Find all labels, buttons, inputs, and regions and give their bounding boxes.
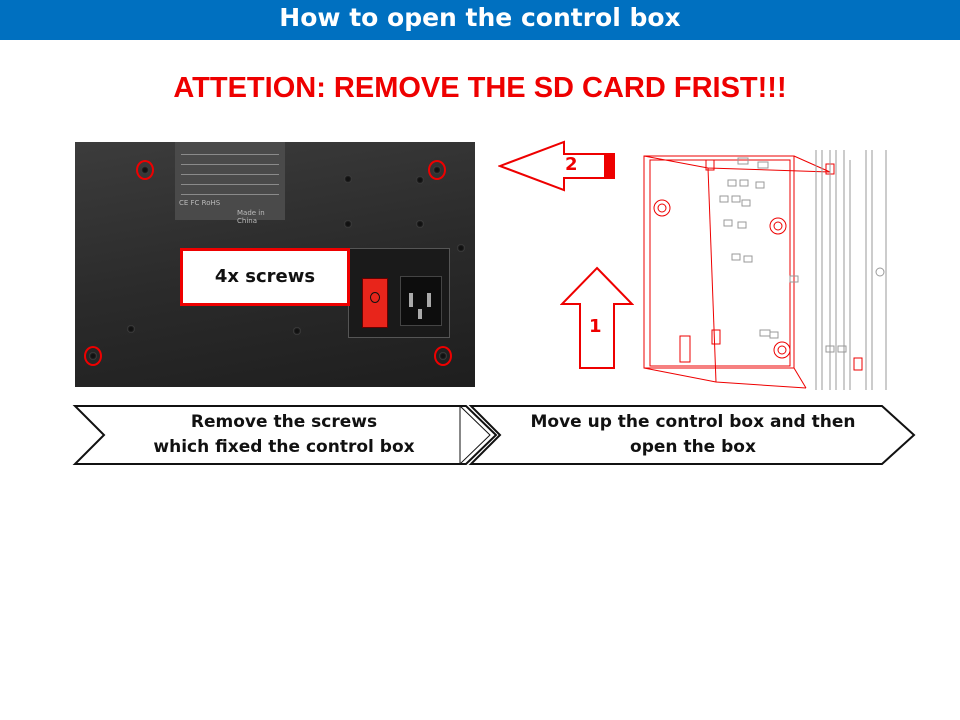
mount-hole <box>344 175 352 183</box>
sd-card-warning: ATTETION: REMOVE THE SD CARD FRIST!!! <box>173 72 787 104</box>
screw-marker <box>136 160 154 180</box>
made-in-text: Made in China <box>237 209 265 225</box>
arrow-step-2: 2 <box>565 154 578 175</box>
power-inlet <box>400 276 442 326</box>
mount-hole <box>416 220 424 228</box>
arrow-step-1: 1 <box>589 316 602 337</box>
mount-hole <box>127 325 135 333</box>
control-box-diagram <box>643 150 887 390</box>
screw-marker <box>84 346 102 366</box>
certification-marks: CE FC RoHS <box>179 199 221 207</box>
slide-left-arrow <box>498 140 615 192</box>
mount-hole <box>416 176 424 184</box>
step-1-line-2: which fixed the control box <box>153 437 415 457</box>
mount-hole <box>457 244 465 252</box>
screws-callout: 4x screws <box>180 248 350 306</box>
step-2-line-1: Move up the control box and then <box>530 412 856 432</box>
page-title: How to open the control box <box>0 0 960 40</box>
rating-label-plate: CE FC RoHS Made in China <box>175 142 285 225</box>
step-1-text: Remove the screws which fixed the contro… <box>104 404 464 466</box>
screw-marker <box>434 346 452 366</box>
switch-off-mark <box>370 292 380 303</box>
mount-hole <box>293 327 301 335</box>
mount-hole <box>344 220 352 228</box>
step-1-line-1: Remove the screws <box>190 412 378 432</box>
screw-marker <box>428 160 446 180</box>
power-switch <box>362 278 388 328</box>
step-2-line-2: open the box <box>630 437 756 457</box>
step-2-text: Move up the control box and then open th… <box>500 404 886 466</box>
